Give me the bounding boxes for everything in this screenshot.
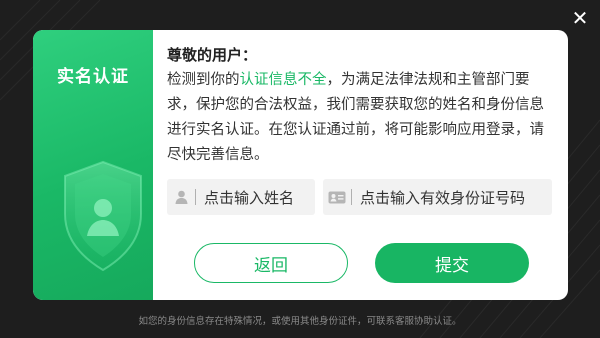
name-input[interactable]: 点击输入姓名 xyxy=(167,179,315,215)
field-divider xyxy=(195,189,196,205)
close-icon: ✕ xyxy=(571,6,589,30)
id-card-icon xyxy=(323,191,351,204)
back-button[interactable]: 返回 xyxy=(194,243,348,283)
greeting-text: 尊敬的用户： xyxy=(167,46,258,64)
id-number-input[interactable]: 点击输入有效身份证号码 xyxy=(323,179,552,215)
id-placeholder: 点击输入有效身份证号码 xyxy=(360,188,526,207)
shield-user-icon xyxy=(53,158,163,278)
auth-message: 检测到你的认证信息不全，为满足法律法规和主管部门要求，保护您的合法权益，我们需要… xyxy=(167,68,551,168)
close-button[interactable]: ✕ xyxy=(570,8,590,28)
footer-note: 如您的身份信息存在特殊情况，或使用其他身份证件，可联系客服协助认证。 xyxy=(138,316,462,327)
dialog-side-panel: 实名认证 xyxy=(33,30,153,300)
user-icon xyxy=(167,190,195,204)
dialog-content: 尊敬的用户： 检测到你的认证信息不全，为满足法律法规和主管部门要求，保护您的合法… xyxy=(153,30,568,300)
submit-button-label: 提交 xyxy=(435,255,469,276)
message-highlight: 认证信息不全 xyxy=(239,72,327,88)
message-text-start: 检测到你的 xyxy=(167,72,240,88)
submit-button[interactable]: 提交 xyxy=(375,243,529,283)
field-divider xyxy=(351,189,352,205)
name-placeholder: 点击输入姓名 xyxy=(204,188,295,207)
real-name-auth-dialog: 实名认证 尊敬的用户： 检测到你的认证信息不全，为满足法律法规和主管部门要求，保… xyxy=(33,30,568,300)
side-title: 实名认证 xyxy=(57,67,129,87)
back-button-label: 返回 xyxy=(254,255,288,276)
